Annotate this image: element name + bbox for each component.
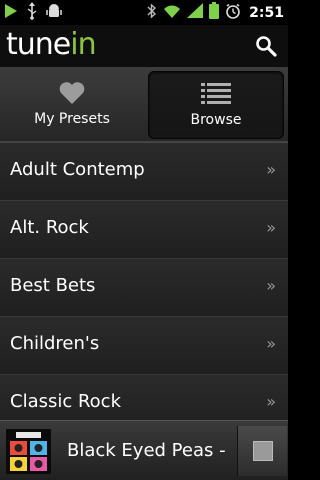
list-item-label: Classic Rock (10, 391, 122, 412)
search-icon (254, 36, 278, 62)
play-icon (4, 3, 18, 23)
logo-text-in: in (70, 27, 96, 62)
chevron-right-icon: » (266, 160, 276, 179)
list-item[interactable]: Children's » (0, 317, 288, 375)
search-button[interactable] (254, 34, 278, 58)
stop-icon (253, 441, 273, 461)
bluetooth-icon (147, 2, 157, 23)
list-item-label: Alt. Rock (10, 217, 89, 238)
list-item[interactable]: Alt. Rock » (0, 201, 288, 259)
tunein-logo: tunein (6, 26, 97, 64)
now-playing-bar[interactable]: Black Eyed Peas - (0, 420, 288, 480)
tab-browse[interactable]: Browse (148, 71, 284, 139)
tab-label: My Presets (34, 111, 110, 127)
list-icon (201, 82, 231, 110)
list-item-label: Children's (10, 333, 100, 354)
stop-button[interactable] (237, 426, 287, 476)
app-bar: tunein (0, 25, 288, 67)
tab-label: Browse (190, 112, 242, 128)
wifi-icon (163, 3, 181, 22)
chevron-right-icon: » (266, 218, 276, 237)
chevron-right-icon: » (266, 276, 276, 295)
list-item[interactable]: Adult Contemp » (0, 143, 288, 201)
status-bar-notifications (4, 1, 62, 24)
category-list: Adult Contemp » Alt. Rock » Best Bets » … (0, 143, 288, 421)
status-time: 2:51 (249, 4, 284, 21)
chevron-right-icon: » (266, 334, 276, 353)
android-debug-icon (46, 3, 62, 23)
tab-bar: My Presets Browse (0, 67, 288, 143)
usb-icon (25, 1, 39, 24)
list-item[interactable]: Best Bets » (0, 259, 288, 317)
heart-icon (58, 81, 86, 109)
status-bar: 2:51 (0, 0, 288, 25)
album-art-icon[interactable] (6, 429, 51, 474)
list-item[interactable]: Classic Rock » (0, 375, 288, 421)
signal-icon (187, 3, 204, 22)
alarm-icon (225, 3, 241, 23)
battery-icon (209, 2, 220, 23)
list-item-label: Best Bets (10, 275, 96, 296)
list-item-label: Adult Contemp (10, 159, 145, 180)
chevron-right-icon: » (266, 392, 276, 411)
tab-my-presets[interactable]: My Presets (2, 71, 142, 139)
logo-text-tune: tune (6, 27, 71, 62)
now-playing-title: Black Eyed Peas - (67, 440, 226, 461)
status-bar-system: 2:51 (147, 2, 284, 23)
